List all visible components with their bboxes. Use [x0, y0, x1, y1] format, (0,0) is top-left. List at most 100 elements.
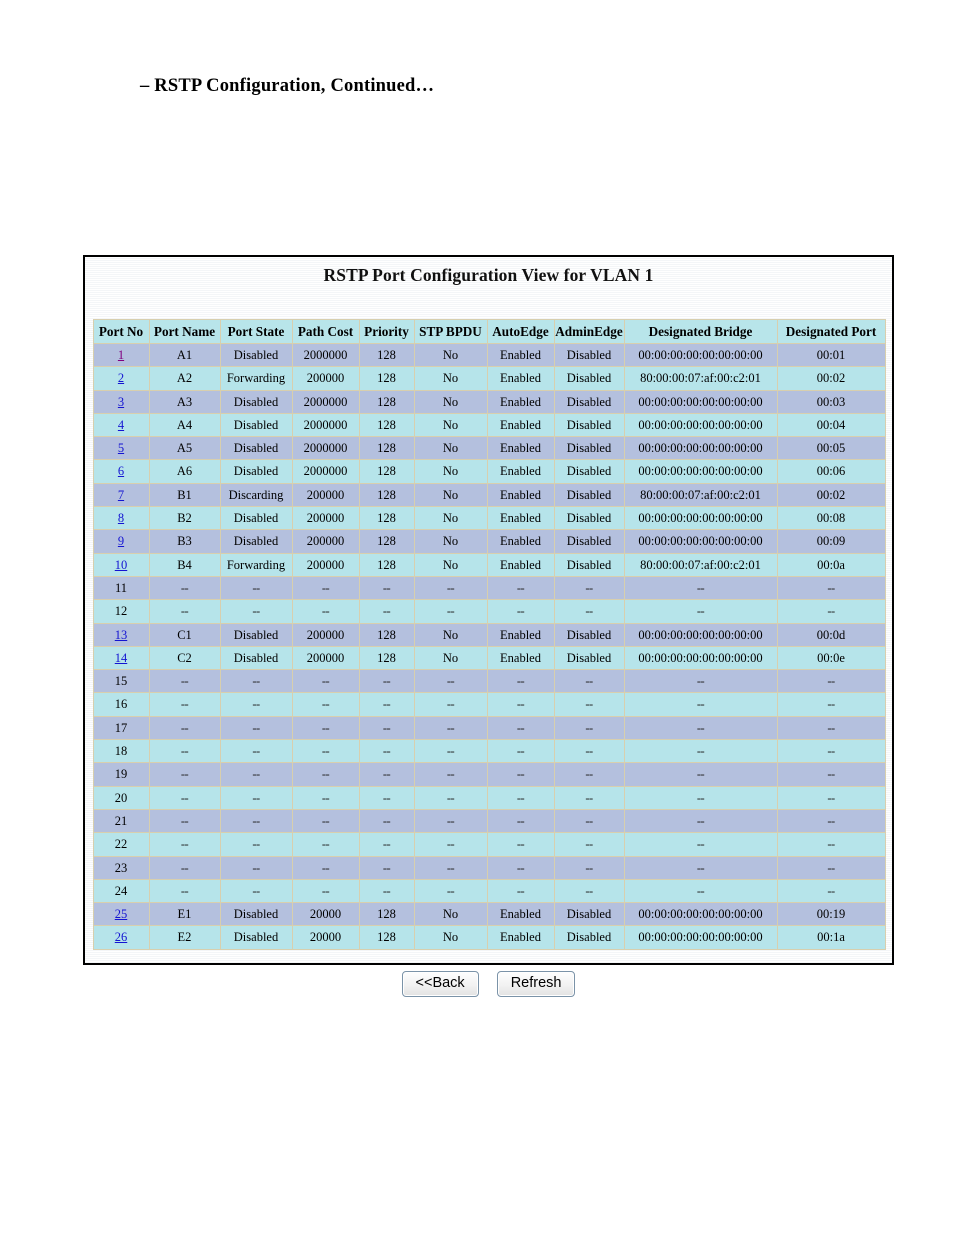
rstp-port-table: Port No Port Name Port State Path Cost P… — [92, 319, 886, 950]
cell-port-state: Disabled — [219, 506, 293, 531]
cell-designated-port: 00:08 — [776, 506, 886, 531]
port-link-25[interactable]: 25 — [115, 907, 128, 921]
cell-port-no[interactable]: 13 — [92, 622, 150, 647]
port-link-10[interactable]: 10 — [115, 558, 128, 572]
cell-port-state: Disabled — [219, 622, 293, 647]
cell-port-state: Discarding — [219, 482, 293, 508]
cell-priority: 128 — [358, 436, 415, 461]
cell-port-state: -- — [219, 575, 293, 601]
cell-stp-bpdu: -- — [413, 855, 488, 880]
cell-port-no[interactable]: 10 — [92, 552, 150, 577]
cell-admin-edge: Disabled — [553, 902, 625, 927]
cell-designated-bridge: 00:00:00:00:00:00:00:00 — [623, 436, 778, 461]
cell-port-name: -- — [148, 762, 221, 787]
column-header-admin-edge: AdminEdge — [553, 319, 625, 344]
port-link-2[interactable]: 2 — [118, 371, 124, 385]
cell-path-cost: 20000 — [291, 902, 360, 927]
cell-port-state: Disabled — [219, 925, 293, 950]
cell-designated-bridge: -- — [623, 599, 778, 624]
port-link-4[interactable]: 4 — [118, 418, 124, 432]
cell-auto-edge: -- — [486, 739, 555, 764]
cell-port-state: -- — [219, 715, 293, 741]
cell-stp-bpdu: -- — [413, 878, 488, 904]
cell-designated-bridge: -- — [623, 575, 778, 601]
cell-auto-edge: -- — [486, 575, 555, 601]
cell-designated-port: -- — [776, 599, 886, 624]
cell-port-name: -- — [148, 669, 221, 694]
cell-port-no: 21 — [92, 808, 150, 834]
cell-designated-port: -- — [776, 575, 886, 601]
cell-port-no[interactable]: 7 — [92, 482, 150, 508]
port-link-9[interactable]: 9 — [118, 534, 124, 548]
cell-stp-bpdu: No — [413, 342, 488, 368]
cell-path-cost: -- — [291, 739, 360, 764]
table-row: 11 -- -- -- -- -- -- -- -- -- — [92, 575, 886, 601]
cell-port-name: B2 — [148, 506, 221, 531]
port-link-7[interactable]: 7 — [118, 488, 124, 502]
cell-port-no[interactable]: 4 — [92, 412, 150, 438]
port-link-8[interactable]: 8 — [118, 511, 124, 525]
cell-port-no[interactable]: 6 — [92, 459, 150, 484]
cell-admin-edge: -- — [553, 575, 625, 601]
port-link-5[interactable]: 5 — [118, 441, 124, 455]
cell-port-no[interactable]: 25 — [92, 902, 150, 927]
table-body: 1 A1 Disabled 2000000 128 No Enabled Disabled 00… — [92, 342, 886, 950]
port-link-13[interactable]: 13 — [115, 628, 128, 642]
cell-designated-bridge: -- — [623, 739, 778, 764]
rstp-port-configuration-panel: RSTP Port Configuration View for VLAN 1 … — [83, 255, 894, 997]
table-row: 17 -- -- -- -- -- -- -- -- -- — [92, 715, 886, 741]
cell-path-cost: 2000000 — [291, 342, 360, 368]
cell-designated-port: -- — [776, 739, 886, 764]
cell-designated-bridge: 00:00:00:00:00:00:00:00 — [623, 622, 778, 647]
cell-auto-edge: Enabled — [486, 342, 555, 368]
cell-port-no[interactable]: 9 — [92, 529, 150, 554]
cell-port-state: Disabled — [219, 459, 293, 484]
cell-designated-bridge: 00:00:00:00:00:00:00:00 — [623, 902, 778, 927]
cell-port-no[interactable]: 2 — [92, 366, 150, 391]
cell-port-state: -- — [219, 808, 293, 834]
cell-port-no[interactable]: 3 — [92, 389, 150, 414]
port-link-6[interactable]: 6 — [118, 464, 124, 478]
cell-designated-port: 00:04 — [776, 412, 886, 438]
cell-auto-edge: Enabled — [486, 622, 555, 647]
cell-priority: -- — [358, 785, 415, 810]
cell-designated-bridge: 00:00:00:00:00:00:00:00 — [623, 342, 778, 368]
cell-port-no[interactable]: 1 — [92, 342, 150, 368]
port-link-1[interactable]: 1 — [118, 348, 124, 362]
cell-port-state: -- — [219, 878, 293, 904]
cell-port-name: A2 — [148, 366, 221, 391]
cell-port-state: -- — [219, 762, 293, 787]
cell-priority: -- — [358, 855, 415, 880]
refresh-button[interactable]: Refresh — [496, 970, 576, 997]
port-link-3[interactable]: 3 — [118, 395, 124, 409]
cell-path-cost: -- — [291, 575, 360, 601]
cell-stp-bpdu: -- — [413, 808, 488, 834]
cell-port-name: -- — [148, 575, 221, 601]
port-link-14[interactable]: 14 — [115, 651, 128, 665]
cell-auto-edge: Enabled — [486, 366, 555, 391]
cell-priority: 128 — [358, 412, 415, 438]
cell-designated-port: 00:06 — [776, 459, 886, 484]
cell-stp-bpdu: No — [413, 389, 488, 414]
cell-port-no[interactable]: 8 — [92, 506, 150, 531]
cell-port-state: -- — [219, 739, 293, 764]
cell-auto-edge: Enabled — [486, 925, 555, 950]
table-row: 4 A4 Disabled 2000000 128 No Enabled Disabled 00… — [92, 412, 886, 438]
back-button[interactable]: <<Back — [401, 970, 479, 997]
cell-port-no[interactable]: 26 — [92, 925, 150, 950]
cell-admin-edge: Disabled — [553, 459, 625, 484]
cell-admin-edge: -- — [553, 692, 625, 717]
cell-admin-edge: -- — [553, 739, 625, 764]
cell-designated-bridge: -- — [623, 878, 778, 904]
table-row: 20 -- -- -- -- -- -- -- -- -- — [92, 785, 886, 810]
cell-designated-bridge: -- — [623, 808, 778, 834]
cell-auto-edge: -- — [486, 762, 555, 787]
cell-path-cost: -- — [291, 878, 360, 904]
cell-port-no[interactable]: 14 — [92, 645, 150, 671]
cell-auto-edge: -- — [486, 715, 555, 741]
cell-admin-edge: Disabled — [553, 506, 625, 531]
cell-port-no[interactable]: 5 — [92, 436, 150, 461]
port-link-26[interactable]: 26 — [115, 930, 128, 944]
cell-stp-bpdu: -- — [413, 692, 488, 717]
cell-designated-port: -- — [776, 785, 886, 810]
